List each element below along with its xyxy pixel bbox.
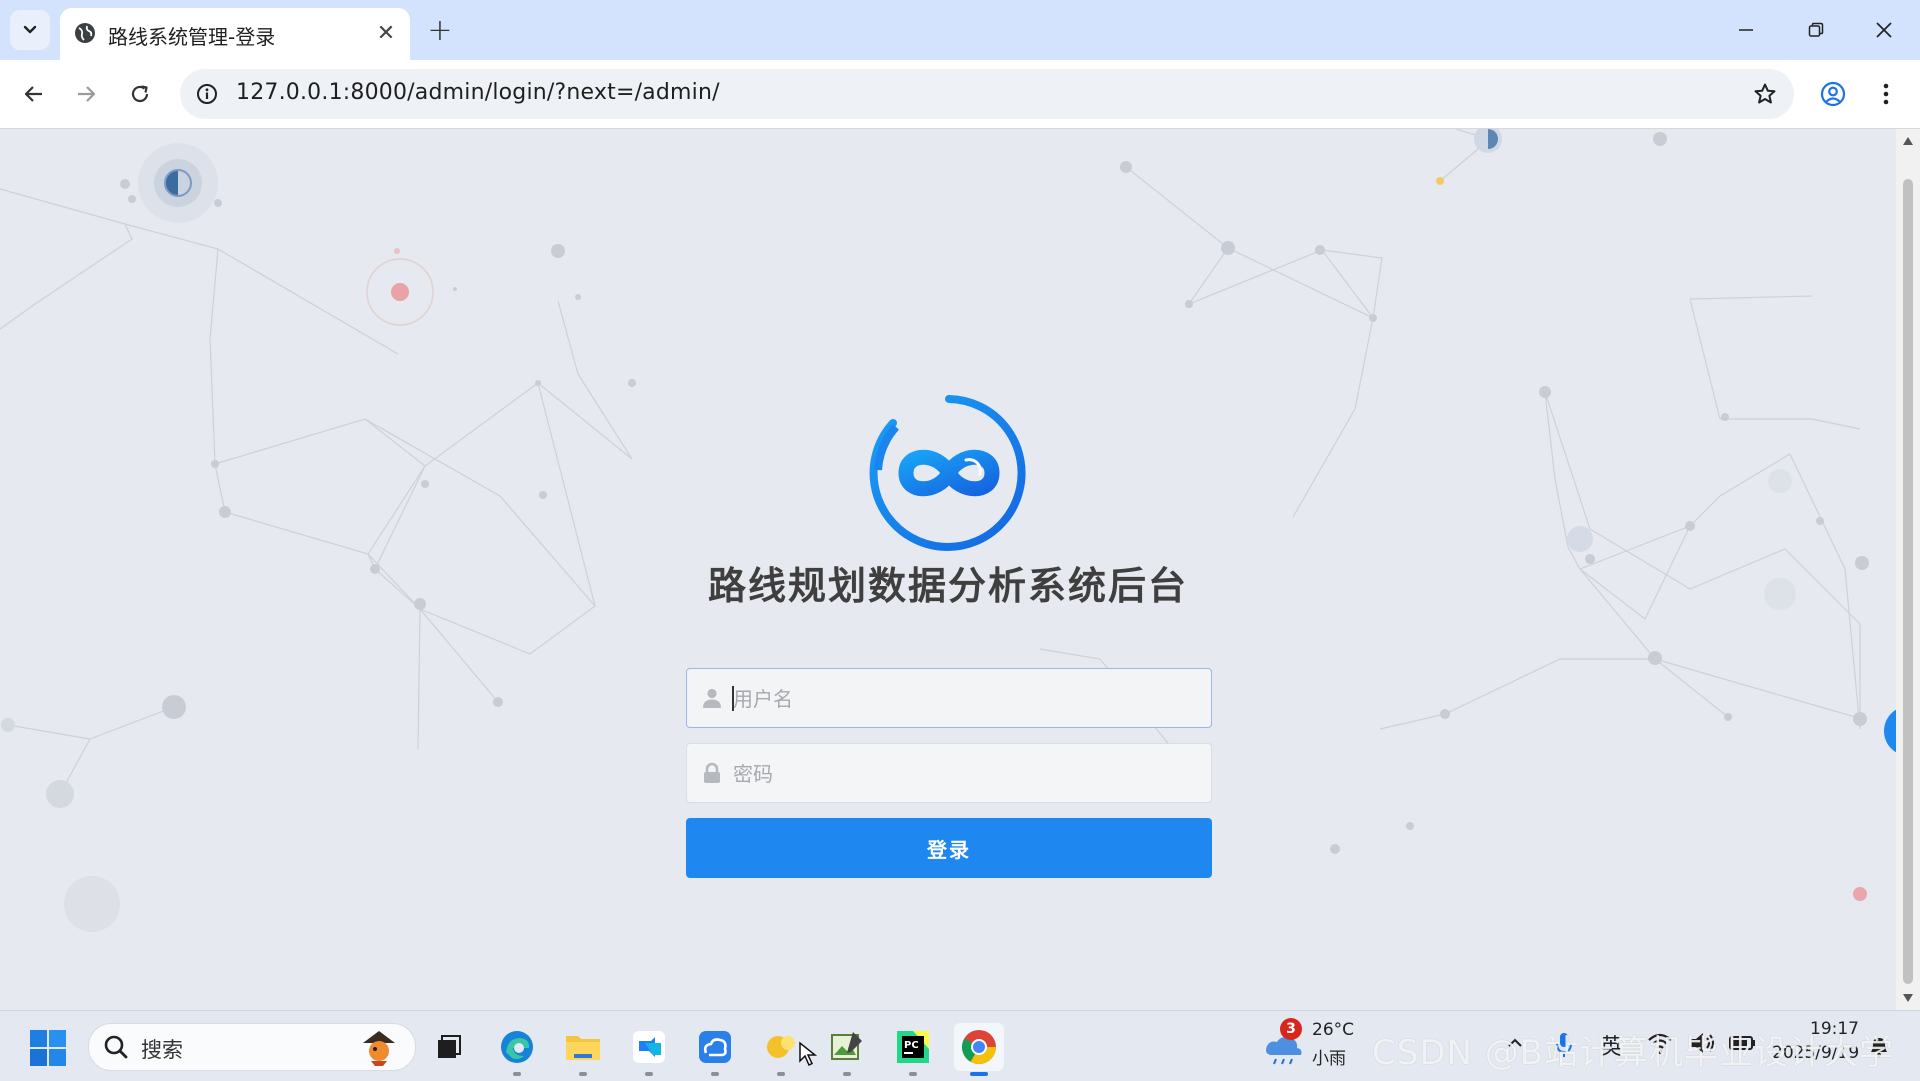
scroll-up-arrow[interactable] — [1902, 136, 1914, 146]
browser-tab-strip: 路线系统管理-登录 ✕ + — [0, 0, 1920, 60]
restore-button[interactable] — [1788, 8, 1844, 52]
csdn-watermark: CSDN @B站计算机毕业设计大学 — [1372, 1033, 1895, 1073]
star-icon — [1754, 83, 1776, 104]
page-title: 路线规划数据分析系统后台 — [707, 564, 1188, 608]
folder-icon — [566, 1036, 600, 1060]
edge-icon — [501, 1031, 533, 1063]
password-input[interactable] — [731, 744, 1195, 804]
browser-toolbar: 127.0.0.1:8000/admin/login/?next=/admin/ — [0, 60, 1920, 129]
back-button[interactable] — [14, 74, 54, 114]
username-field[interactable] — [686, 668, 1212, 729]
restore-icon — [1808, 22, 1824, 37]
site-info-icon — [197, 84, 217, 104]
svg-text:PC: PC — [904, 1040, 919, 1051]
bookmark-button[interactable] — [1750, 79, 1780, 109]
taskbar-task-view[interactable] — [424, 1023, 474, 1071]
search-label: 搜索 — [141, 1038, 183, 1062]
windows-taskbar: 搜索 PC 3 26°C 小雨 英 19:17 2025/9/19 CSDN @… — [0, 1010, 1920, 1081]
messaging-app-icon — [633, 1031, 665, 1063]
url-text[interactable]: 127.0.0.1:8000/admin/login/?next=/admin/ — [236, 80, 720, 105]
address-bar[interactable]: 127.0.0.1:8000/admin/login/?next=/admin/ — [180, 69, 1794, 119]
app-logo — [869, 395, 1026, 551]
taskbar-pycharm[interactable]: PC — [888, 1023, 938, 1076]
password-field[interactable] — [686, 743, 1212, 804]
reload-button[interactable] — [120, 74, 160, 114]
windows-start-icon[interactable] — [28, 1028, 68, 1068]
taskbar-cloud-app[interactable] — [690, 1023, 740, 1076]
image-editor-icon — [831, 1032, 862, 1060]
minimize-icon — [1739, 29, 1753, 31]
close-icon — [1876, 22, 1892, 38]
plus-icon[interactable]: + — [422, 12, 458, 48]
browser-tab-active[interactable]: 路线系统管理-登录 ✕ — [60, 8, 410, 60]
page-scrollbar[interactable] — [1896, 129, 1920, 1010]
tab-title: 路线系统管理-登录 — [108, 25, 276, 49]
scroll-down-arrow[interactable] — [1902, 993, 1914, 1003]
pycharm-icon: PC — [897, 1031, 929, 1063]
taskbar-image-editor[interactable] — [822, 1023, 872, 1076]
profile-icon — [1820, 81, 1846, 107]
text-caret — [732, 686, 734, 711]
globe-icon — [75, 23, 95, 43]
taskbar-feishu[interactable] — [624, 1023, 674, 1076]
taskbar-edge[interactable] — [492, 1023, 542, 1076]
profile-button[interactable] — [1813, 74, 1853, 114]
scrollbar-thumb[interactable] — [1903, 179, 1913, 984]
site-info-button[interactable] — [192, 79, 222, 109]
weather-desc[interactable]: 小雨 — [1312, 1044, 1346, 1069]
cloud-app-icon — [699, 1031, 731, 1063]
reload-icon — [131, 85, 149, 103]
search-highlight-icon — [363, 1031, 395, 1066]
taskbar-search[interactable]: 搜索 — [88, 1023, 416, 1071]
login-page: 路线规划数据分析系统后台 登录 — [0, 129, 1896, 1010]
search-icon — [104, 1035, 128, 1059]
tab-list-icon — [23, 25, 37, 34]
username-input[interactable] — [731, 669, 1195, 729]
chat-app-icon — [767, 1036, 795, 1058]
minimize-button[interactable] — [1718, 8, 1774, 52]
user-icon — [703, 688, 721, 708]
tab-list-button[interactable] — [10, 10, 50, 50]
forward-button[interactable] — [66, 74, 106, 114]
chrome-icon — [962, 1030, 996, 1064]
task-view-icon — [438, 1035, 461, 1058]
back-arrow-icon — [24, 86, 42, 102]
mouse-cursor-icon — [799, 1041, 818, 1067]
login-button[interactable]: 登录 — [686, 818, 1212, 878]
taskbar-file-explorer[interactable] — [558, 1023, 608, 1076]
kebab-menu-icon — [1883, 83, 1889, 105]
taskbar-chrome[interactable] — [954, 1023, 1004, 1076]
weather-temp[interactable]: 26°C — [1312, 1020, 1354, 1040]
lock-icon — [704, 762, 720, 783]
browser-menu-button[interactable] — [1866, 74, 1906, 114]
forward-arrow-icon — [78, 86, 96, 102]
close-icon[interactable]: ✕ — [372, 19, 400, 47]
weather-badge: 3 — [1280, 1018, 1302, 1040]
close-window-button[interactable] — [1856, 8, 1912, 52]
